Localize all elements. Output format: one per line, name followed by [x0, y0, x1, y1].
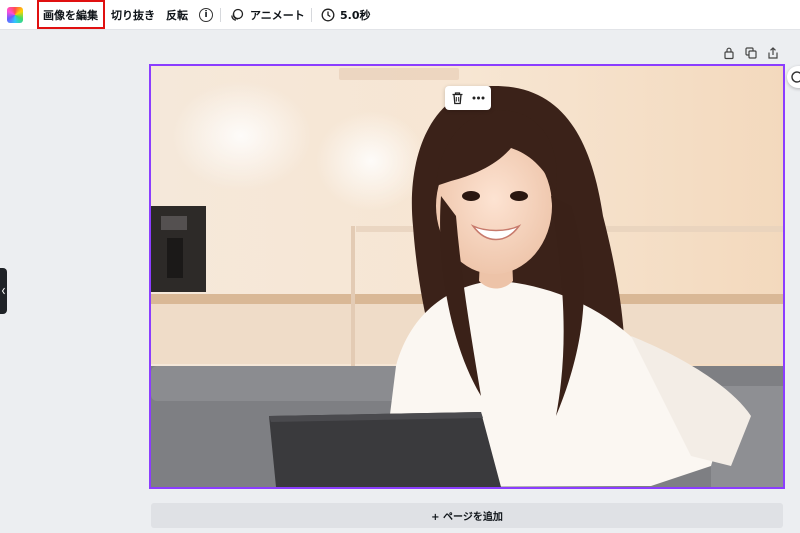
side-tool-button[interactable]	[787, 66, 800, 88]
side-panel-handle[interactable]	[0, 268, 7, 314]
animate-button[interactable]: アニメート	[250, 0, 305, 30]
top-toolbar: 画像を編集 切り抜き 反転 i アニメート 5.0秒	[0, 0, 800, 30]
crop-button[interactable]: 切り抜き	[111, 0, 155, 30]
divider	[220, 8, 221, 22]
refresh-icon	[791, 71, 800, 83]
design-page[interactable]	[149, 64, 785, 489]
flip-button[interactable]: 反転	[166, 0, 188, 30]
share-icon[interactable]	[766, 46, 780, 60]
clock-icon	[321, 8, 335, 22]
edit-image-button[interactable]: 画像を編集	[43, 0, 98, 30]
lock-icon[interactable]	[722, 46, 736, 60]
element-toolbar	[445, 86, 491, 110]
add-page-button[interactable]: + ページを追加	[151, 503, 783, 528]
animate-icon	[231, 8, 244, 21]
more-icon[interactable]	[472, 95, 485, 101]
trash-icon[interactable]	[451, 91, 464, 105]
divider	[311, 8, 312, 22]
duration-button[interactable]: 5.0秒	[340, 0, 371, 30]
info-icon[interactable]: i	[199, 8, 213, 22]
color-palette-icon[interactable]	[7, 7, 23, 23]
chevron-left-icon	[1, 287, 5, 295]
duplicate-icon[interactable]	[744, 46, 758, 60]
photo-image[interactable]	[151, 66, 783, 487]
